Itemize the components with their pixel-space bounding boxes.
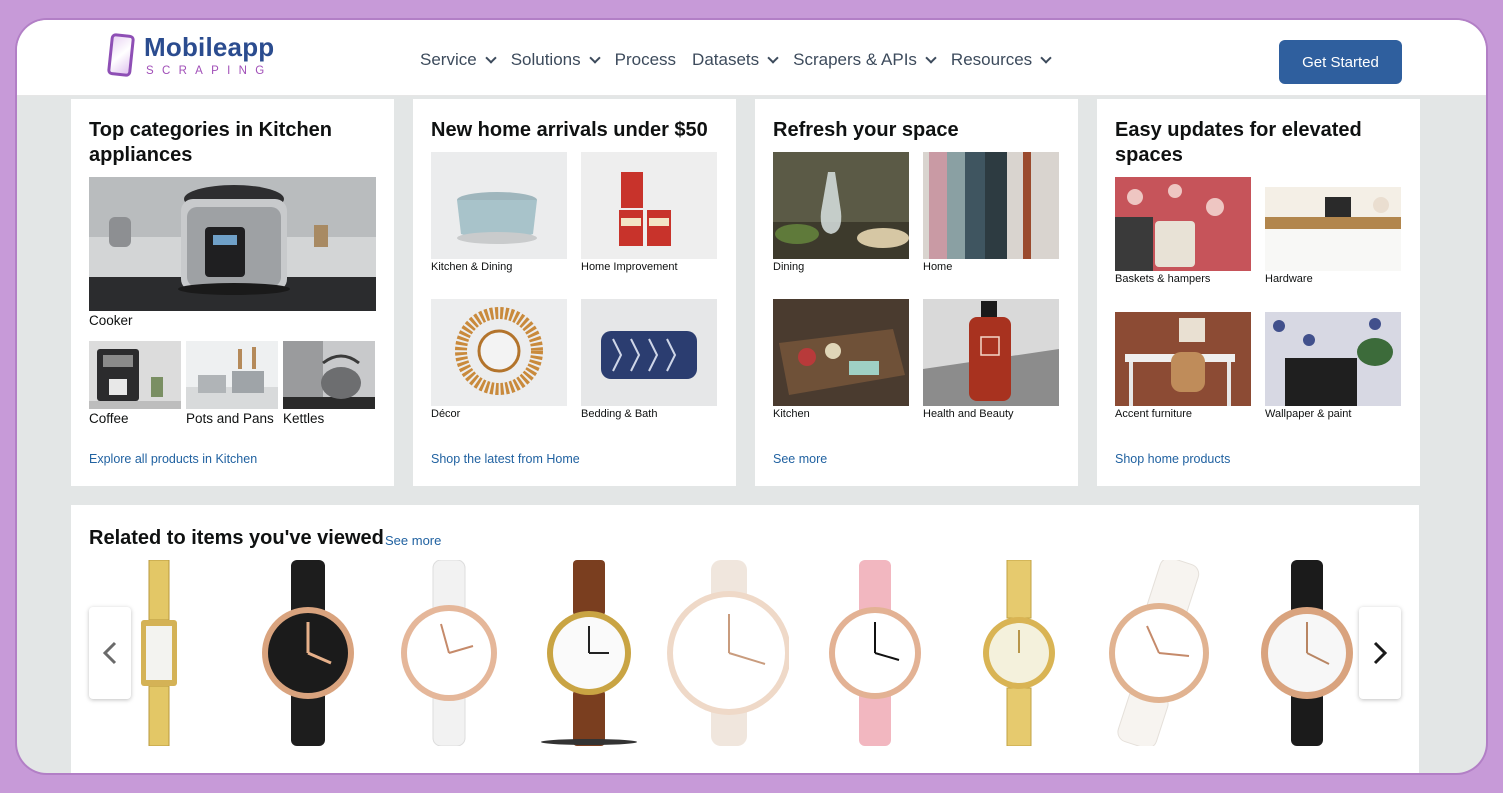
bedding-bath-image bbox=[581, 299, 717, 406]
chevron-down-icon bbox=[588, 51, 601, 64]
home-improvement-image bbox=[581, 152, 717, 259]
decor-image bbox=[431, 299, 567, 406]
tile-label: Home bbox=[923, 261, 953, 273]
watch-product[interactable] bbox=[981, 560, 1057, 746]
main-nav: Service Solutions Process Datasets Scrap… bbox=[420, 50, 1066, 70]
watch-product[interactable] bbox=[1257, 560, 1357, 746]
tile-label: Dining bbox=[773, 261, 805, 273]
nav-resources-label: Resources bbox=[950, 50, 1033, 69]
nav-service[interactable]: Service bbox=[420, 50, 497, 70]
watch-product[interactable] bbox=[665, 560, 789, 746]
card-title: Top categories in Kitchen appliances bbox=[89, 119, 332, 166]
browser-frame: Mobileapp SCRAPING Service Solutions Pro… bbox=[17, 20, 1486, 773]
hardware-image bbox=[1265, 177, 1401, 271]
tile-label: Cooker bbox=[89, 313, 133, 328]
tile-label: Wallpaper & paint bbox=[1265, 408, 1352, 420]
tile-label: Kitchen & Dining bbox=[431, 261, 513, 273]
explore-kitchen-link[interactable]: Explore all products in Kitchen bbox=[89, 452, 257, 466]
tile-label: Coffee bbox=[89, 411, 129, 426]
nav-process[interactable]: Process bbox=[615, 50, 676, 70]
nav-resources[interactable]: Resources bbox=[950, 50, 1052, 70]
card-easy-updates: Easy updates for elevated spaces Baskets… bbox=[1097, 99, 1420, 486]
card-kitchen-appliances: Top categories in Kitchen appliances Coo… bbox=[71, 99, 394, 486]
card-title: Easy updates for elevated spaces bbox=[1115, 119, 1362, 166]
tile-label: Kettles bbox=[283, 411, 325, 426]
related-see-more-link[interactable]: See more bbox=[385, 533, 441, 548]
card-refresh-space: Refresh your space Dining Home Kitchen H… bbox=[755, 99, 1078, 486]
health-beauty-image bbox=[923, 299, 1059, 406]
nav-service-label: Service bbox=[420, 50, 477, 69]
get-started-button[interactable]: Get Started bbox=[1279, 40, 1402, 84]
tile-label: Kitchen bbox=[773, 408, 810, 420]
shop-latest-home-link[interactable]: Shop the latest from Home bbox=[431, 452, 580, 466]
home-image bbox=[923, 152, 1059, 259]
tile-label: Home Improvement bbox=[581, 261, 678, 273]
see-more-link[interactable]: See more bbox=[773, 452, 827, 466]
chevron-down-icon bbox=[767, 51, 779, 64]
kettles-image bbox=[283, 341, 375, 409]
phone-logo-icon bbox=[106, 32, 136, 78]
site-logo[interactable]: Mobileapp SCRAPING bbox=[106, 32, 297, 82]
watch-product[interactable] bbox=[825, 560, 925, 746]
coffee-image bbox=[89, 341, 181, 409]
tile-label: Accent furniture bbox=[1115, 408, 1193, 420]
logo-subtitle: SCRAPING bbox=[146, 65, 273, 77]
wallpaper-paint-image bbox=[1265, 312, 1401, 406]
nav-datasets[interactable]: Datasets bbox=[692, 50, 779, 70]
card-new-home-arrivals: New home arrivals under $50 Kitchen & Di… bbox=[413, 99, 736, 486]
nav-solutions[interactable]: Solutions bbox=[510, 50, 601, 70]
shop-home-products-link[interactable]: Shop home products bbox=[1115, 452, 1230, 466]
pots-pans-image bbox=[186, 341, 278, 409]
card-title: Refresh your space bbox=[773, 119, 959, 141]
nav-scrapers-apis[interactable]: Scrapers & APIs bbox=[793, 50, 937, 70]
related-items-carousel: Related to items you've viewed See more bbox=[71, 505, 1419, 773]
kitchen-image bbox=[773, 299, 909, 406]
watch-product[interactable] bbox=[253, 560, 365, 746]
site-header: Mobileapp SCRAPING Service Solutions Pro… bbox=[17, 20, 1486, 96]
tile-label: Décor bbox=[431, 408, 461, 420]
chevron-right-icon bbox=[1373, 641, 1388, 665]
nav-datasets-label: Datasets bbox=[692, 50, 760, 69]
card-title: New home arrivals under $50 bbox=[431, 119, 708, 141]
logo-title: Mobileapp bbox=[144, 32, 275, 62]
watch-product[interactable] bbox=[397, 560, 501, 746]
related-title: Related to items you've viewed bbox=[89, 527, 384, 549]
accent-furniture-image bbox=[1115, 312, 1251, 406]
chevron-down-icon bbox=[1040, 51, 1052, 64]
dining-image bbox=[773, 152, 909, 259]
watch-product[interactable] bbox=[537, 560, 641, 746]
baskets-hampers-image bbox=[1115, 177, 1251, 271]
tile-label: Bedding & Bath bbox=[581, 408, 658, 420]
nav-process-label: Process bbox=[614, 50, 677, 69]
tile-label: Health and Beauty bbox=[923, 408, 1014, 420]
watch-product[interactable] bbox=[137, 560, 181, 746]
carousel-next-button[interactable] bbox=[1359, 607, 1401, 699]
carousel-prev-button[interactable] bbox=[89, 607, 131, 699]
cooker-image bbox=[89, 177, 376, 311]
nav-scrapers-label: Scrapers & APIs bbox=[793, 50, 917, 69]
tile-label: Pots and Pans bbox=[186, 411, 274, 426]
chevron-down-icon bbox=[485, 51, 497, 64]
chevron-left-icon bbox=[102, 641, 117, 665]
tile-label: Hardware bbox=[1265, 273, 1313, 285]
nav-solutions-label: Solutions bbox=[510, 50, 581, 69]
tile-label: Baskets & hampers bbox=[1115, 273, 1211, 285]
kitchen-dining-image bbox=[431, 152, 567, 259]
chevron-down-icon bbox=[925, 51, 937, 64]
watch-product[interactable] bbox=[1097, 560, 1223, 746]
